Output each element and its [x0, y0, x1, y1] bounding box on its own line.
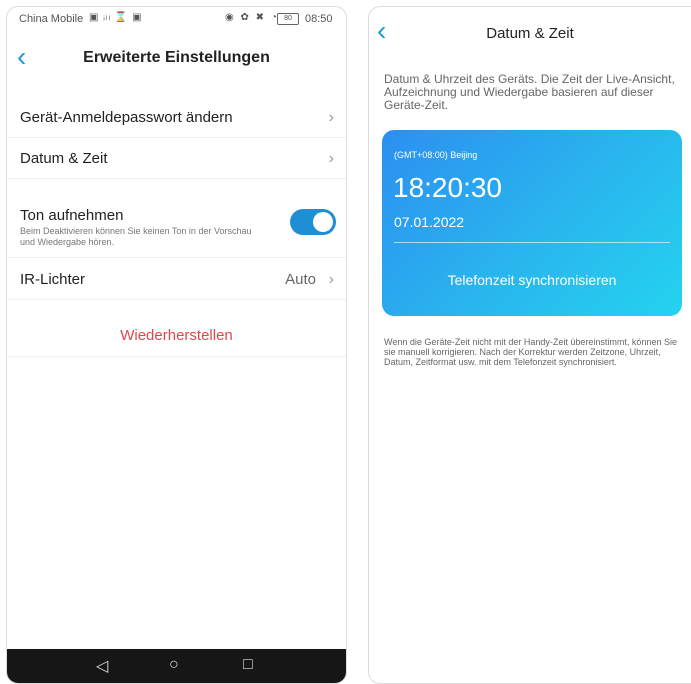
device-time-card: (GMT+08:00) Beijing 18:20:30 07.01.2022 …	[382, 130, 682, 316]
sync-phone-time-button[interactable]: Telefonzeit synchronisieren	[382, 272, 682, 288]
divider	[7, 355, 346, 357]
home-nav-icon[interactable]: ○	[169, 656, 179, 674]
chevron-right-icon: ›	[328, 271, 334, 288]
correction-note: Wenn die Geräte-Zeit nicht mit der Handy…	[384, 337, 677, 367]
carrier-name: China Mobile	[19, 13, 84, 25]
sound-label: Ton aufnehmen	[20, 207, 124, 224]
navigation-bar: ◁ ○ □	[7, 649, 346, 683]
device-date: 07.01.2022	[394, 214, 465, 230]
chevron-right-icon: ›	[328, 109, 334, 126]
recent-apps-icon[interactable]: □	[243, 656, 253, 674]
signal-icons: ▣ ᵢₗₗ ⌛ ▣	[89, 12, 143, 23]
left-screen: China Mobile ▣ ᵢₗₗ ⌛ ▣ ◉ ✿ ✖ ◔ 80 08:50 …	[6, 6, 347, 684]
ir-value: Auto	[285, 271, 316, 288]
status-time: 08:50	[305, 13, 333, 25]
chevron-right-icon: ›	[328, 150, 334, 167]
ir-row[interactable]: IR-Lichter Auto ›	[7, 259, 346, 300]
status-bar: China Mobile ▣ ᵢₗₗ ⌛ ▣ ◉ ✿ ✖ ◔ 80 08:50	[7, 7, 346, 31]
password-row[interactable]: Gerät-Anmeldepasswort ändern ›	[7, 97, 346, 138]
battery-icon: 80	[277, 13, 299, 25]
restore-button[interactable]: Wiederherstellen	[7, 327, 346, 344]
card-divider	[394, 242, 670, 243]
datetime-row[interactable]: Datum & Zeit ›	[7, 138, 346, 179]
page-title: Erweiterte Einstellungen	[83, 49, 270, 66]
timezone-label: (GMT+08:00) Beijing	[394, 150, 478, 160]
sound-description: Beim Deaktivieren können Sie keinen Ton …	[20, 226, 252, 247]
device-time: 18:20:30	[393, 172, 502, 203]
ir-label: IR-Lichter	[20, 271, 86, 288]
page-title: Datum & Zeit	[486, 25, 574, 42]
sound-toggle[interactable]	[290, 209, 336, 235]
back-nav-icon[interactable]: ◁	[96, 656, 108, 676]
system-icons: ◉ ✿ ✖ ◔	[225, 12, 279, 23]
info-text: Datum & Uhrzeit des Geräts. Die Zeit der…	[384, 72, 675, 112]
right-screen: ‹ Datum & Zeit Datum & Uhrzeit des Gerät…	[368, 6, 691, 684]
toggle-knob	[313, 212, 333, 232]
sound-row: Ton aufnehmen Beim Deaktivieren können S…	[7, 201, 346, 258]
datetime-label: Datum & Zeit	[20, 150, 108, 167]
password-label: Gerät-Anmeldepasswort ändern	[20, 109, 233, 126]
